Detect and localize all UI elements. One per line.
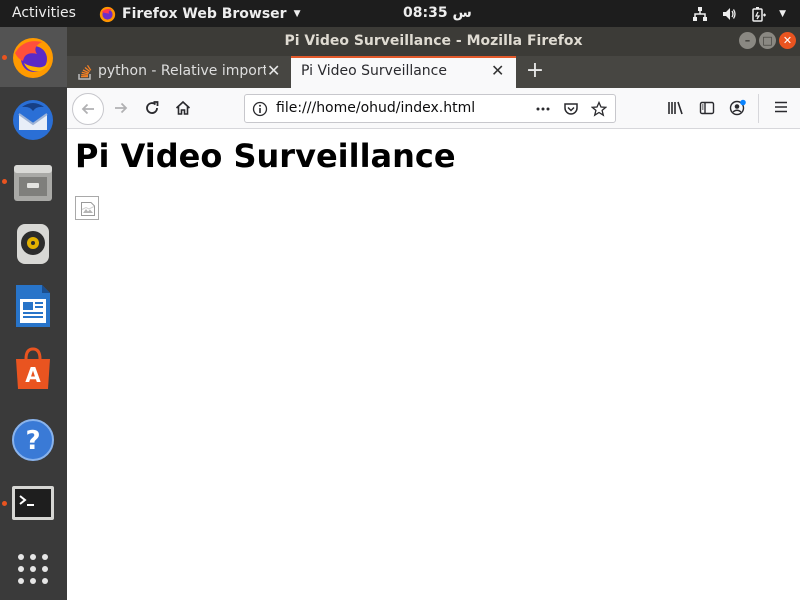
terminal-icon xyxy=(12,486,54,520)
broken-image-icon xyxy=(81,202,95,216)
close-window-button[interactable]: ✕ xyxy=(779,32,796,49)
dock: A ? xyxy=(0,27,67,600)
tab-python-relative-imports[interactable]: python - Relative imports ✕ xyxy=(67,56,290,88)
thunderbird-icon xyxy=(13,100,53,140)
running-indicator xyxy=(2,501,7,506)
dock-item-writer[interactable] xyxy=(0,275,67,335)
writer-icon xyxy=(16,285,50,327)
tab-label: Pi Video Surveillance xyxy=(301,63,447,79)
back-button[interactable] xyxy=(72,93,104,125)
chevron-down-icon[interactable]: ▼ xyxy=(779,9,786,19)
home-icon xyxy=(175,100,191,115)
help-icon: ? xyxy=(12,419,54,461)
battery-icon[interactable] xyxy=(750,6,767,22)
close-tab-icon[interactable]: ✕ xyxy=(491,61,504,80)
clock[interactable]: 08:35 س xyxy=(403,5,472,21)
page-actions xyxy=(535,100,607,118)
system-tray[interactable]: ▼ xyxy=(692,4,786,24)
bookmark-star-icon[interactable] xyxy=(591,101,607,117)
files-icon xyxy=(14,165,52,201)
video-stream-image xyxy=(75,196,99,220)
running-indicator xyxy=(2,55,7,60)
window-controls: – □ ✕ xyxy=(739,32,796,49)
sidebar-icon[interactable] xyxy=(699,100,715,116)
app-menu[interactable]: Firefox Web Browser ▼ xyxy=(99,4,301,24)
software-icon: A xyxy=(16,347,50,389)
dock-item-firefox[interactable] xyxy=(0,27,67,87)
account-icon[interactable] xyxy=(729,99,747,117)
close-tab-icon[interactable]: ✕ xyxy=(267,61,280,80)
page-heading: Pi Video Surveillance xyxy=(75,137,456,175)
window-title: Pi Video Surveillance - Mozilla Firefox xyxy=(284,33,583,49)
reload-icon xyxy=(146,101,159,114)
show-apps-icon xyxy=(18,554,48,584)
reload-button[interactable] xyxy=(138,94,166,122)
volume-icon[interactable] xyxy=(721,6,737,22)
activities-button[interactable]: Activities xyxy=(12,5,76,21)
forward-button[interactable] xyxy=(107,94,135,122)
minimize-button[interactable]: – xyxy=(739,32,756,49)
navigation-toolbar: file:///home/ohud/index.html xyxy=(67,88,800,129)
tab-label: python - Relative imports xyxy=(98,63,266,79)
dock-item-rhythmbox[interactable] xyxy=(0,213,67,273)
tab-pi-video-surveillance[interactable]: Pi Video Surveillance ✕ xyxy=(291,56,516,88)
firefox-icon xyxy=(13,38,53,78)
dock-item-thunderbird[interactable] xyxy=(0,89,67,149)
svg-text:?: ? xyxy=(25,426,40,456)
dock-item-help[interactable]: ? xyxy=(0,409,67,469)
toolbar-separator xyxy=(758,94,759,123)
library-icon[interactable] xyxy=(667,100,685,116)
dock-item-terminal[interactable] xyxy=(0,471,67,531)
arrow-left-icon xyxy=(81,103,94,115)
arrow-right-icon xyxy=(115,102,128,114)
toolbar-right xyxy=(667,99,747,117)
new-tab-button[interactable]: + xyxy=(523,58,547,84)
top-bar: Activities Firefox Web Browser ▼ 08:35 س… xyxy=(0,0,800,27)
dock-item-files[interactable] xyxy=(0,151,67,211)
maximize-button[interactable]: □ xyxy=(759,32,776,49)
url-bar[interactable]: file:///home/ohud/index.html xyxy=(244,94,616,123)
network-icon[interactable] xyxy=(692,6,708,22)
info-icon[interactable] xyxy=(252,101,268,117)
chevron-down-icon: ▼ xyxy=(293,9,301,19)
rhythmbox-icon xyxy=(17,224,49,264)
show-applications-button[interactable] xyxy=(0,538,67,598)
hamburger-menu-icon[interactable] xyxy=(773,99,789,115)
page-content: Pi Video Surveillance xyxy=(67,129,800,600)
firefox-icon xyxy=(99,6,116,22)
more-actions-icon[interactable] xyxy=(535,101,551,117)
window-titlebar[interactable]: Pi Video Surveillance - Mozilla Firefox … xyxy=(67,27,800,56)
url-input[interactable]: file:///home/ohud/index.html xyxy=(276,100,475,116)
svg-text:A: A xyxy=(25,363,41,387)
app-menu-label: Firefox Web Browser xyxy=(122,6,287,22)
pocket-icon[interactable] xyxy=(563,101,579,117)
stackoverflow-icon xyxy=(78,64,92,80)
dock-item-software[interactable]: A xyxy=(0,337,67,397)
running-indicator xyxy=(2,179,7,184)
tab-strip: python - Relative imports ✕ Pi Video Sur… xyxy=(67,56,800,88)
home-button[interactable] xyxy=(169,94,197,122)
